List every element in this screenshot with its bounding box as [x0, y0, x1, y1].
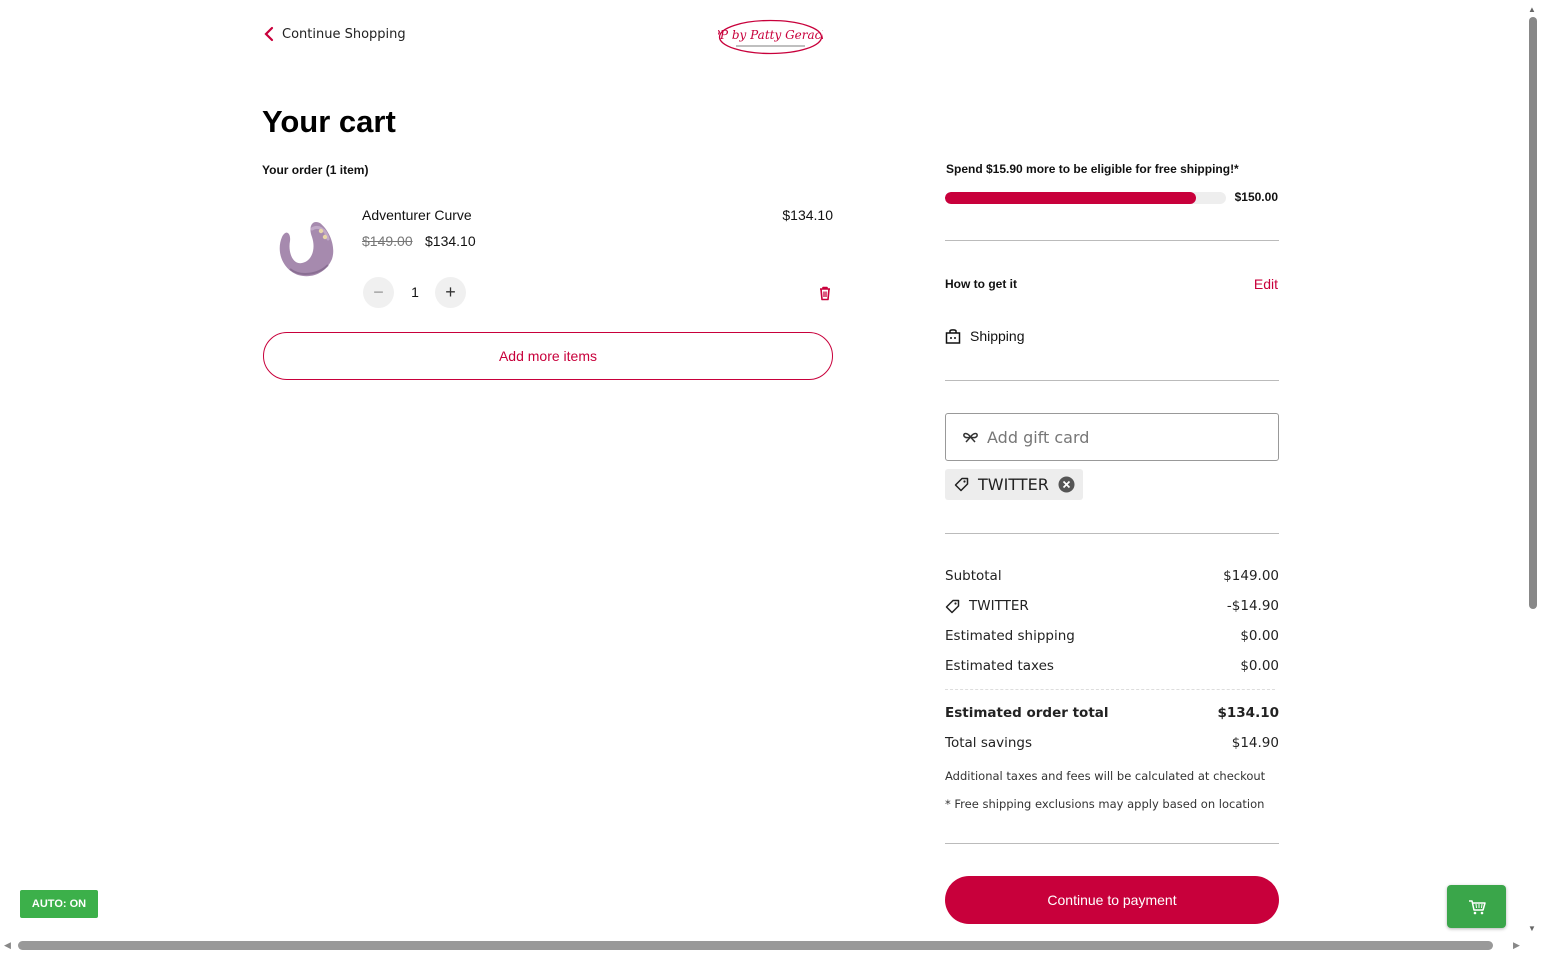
- edit-delivery-link[interactable]: Edit: [1240, 276, 1278, 292]
- order-total-row: Estimated order total $134.10: [945, 705, 1279, 721]
- shipping-exclusions-note: * Free shipping exclusions may apply bas…: [945, 797, 1265, 811]
- dashed-divider: [945, 689, 1275, 690]
- applied-coupon-chip: TWITTER: [945, 469, 1083, 500]
- cart-icon: [1468, 899, 1486, 914]
- divider: [945, 843, 1279, 844]
- shipping-option-label: Shipping: [970, 328, 1025, 344]
- scroll-up-arrow-icon[interactable]: ▲: [1528, 5, 1536, 14]
- vertical-scrollbar-thumb[interactable]: [1529, 17, 1537, 609]
- progress-fill: [945, 192, 1197, 204]
- minus-icon: −: [373, 282, 384, 302]
- free-shipping-message: Spend $15.90 more to be eligible for fre…: [946, 162, 1239, 176]
- shopping-bag-icon: [945, 329, 961, 344]
- coupon-code: TWITTER: [978, 475, 1049, 494]
- gift-ribbon-icon: [963, 432, 978, 443]
- plus-icon: +: [445, 282, 456, 302]
- order-count: Your order (1 item): [262, 163, 369, 177]
- order-total-label: Estimated order total: [945, 705, 1109, 721]
- line-total: $134.10: [782, 207, 833, 223]
- original-price: $149.00: [362, 233, 413, 249]
- tag-icon: [954, 477, 969, 492]
- scroll-right-arrow-icon[interactable]: ▶: [1513, 940, 1520, 951]
- continue-to-payment-button[interactable]: Continue to payment: [945, 876, 1279, 924]
- total-savings-value: $14.90: [1231, 735, 1279, 751]
- cart-floating-button[interactable]: [1447, 885, 1506, 928]
- subtotal-row: Subtotal $149.00: [945, 568, 1279, 584]
- close-circle-icon[interactable]: [1058, 476, 1075, 493]
- sale-price: $134.10: [425, 233, 476, 249]
- auto-mode-badge[interactable]: AUTO: ON: [20, 890, 98, 918]
- product-name[interactable]: Adventurer Curve: [362, 207, 472, 223]
- divider: [945, 240, 1279, 241]
- order-total-value: $134.10: [1217, 705, 1280, 721]
- estimated-taxes-row: Estimated taxes $0.00: [945, 658, 1279, 674]
- logo-text: PP by Patty Gerach: [718, 28, 823, 42]
- estimated-shipping-label: Estimated shipping: [945, 628, 1075, 644]
- subtotal-label: Subtotal: [945, 568, 1002, 584]
- horizontal-scrollbar-thumb[interactable]: [18, 941, 1493, 950]
- estimated-shipping-value: $0.00: [1240, 628, 1279, 644]
- quantity-value[interactable]: 1: [404, 284, 426, 300]
- continue-shopping-link[interactable]: Continue Shopping: [264, 26, 406, 42]
- product-image[interactable]: [268, 207, 342, 285]
- quantity-decrease-button[interactable]: −: [363, 277, 394, 308]
- continue-shopping-label: Continue Shopping: [282, 26, 406, 42]
- brand-logo[interactable]: PP by Patty Gerach: [718, 19, 823, 55]
- shipping-option[interactable]: Shipping: [945, 328, 1025, 344]
- discount-value: -$14.90: [1226, 598, 1279, 614]
- scroll-left-arrow-icon[interactable]: ◀: [4, 940, 11, 951]
- estimated-shipping-row: Estimated shipping $0.00: [945, 628, 1279, 644]
- free-shipping-progress-bar: [945, 192, 1226, 204]
- discount-row: TWITTER -$14.90: [945, 598, 1279, 614]
- add-more-items-button[interactable]: Add more items: [263, 332, 833, 380]
- total-savings-label: Total savings: [945, 735, 1033, 751]
- divider: [945, 380, 1279, 381]
- delivery-method-label: How to get it: [945, 277, 1017, 291]
- trash-icon[interactable]: [816, 284, 834, 302]
- tag-icon: [945, 599, 960, 613]
- estimated-taxes-label: Estimated taxes: [945, 658, 1054, 674]
- estimated-taxes-value: $0.00: [1240, 658, 1279, 674]
- page-title: Your cart: [262, 104, 396, 139]
- discount-label: TWITTER: [969, 598, 1029, 614]
- gift-card-field[interactable]: [945, 413, 1279, 461]
- quantity-increase-button[interactable]: +: [435, 277, 466, 308]
- divider: [945, 533, 1279, 534]
- free-shipping-threshold: $150.00: [1234, 190, 1278, 204]
- total-savings-row: Total savings $14.90: [945, 735, 1279, 751]
- subtotal-value: $149.00: [1223, 568, 1279, 584]
- taxes-note: Additional taxes and fees will be calcul…: [945, 769, 1266, 783]
- scroll-down-arrow-icon[interactable]: ▼: [1528, 924, 1536, 933]
- gift-card-input[interactable]: [987, 427, 1267, 447]
- chevron-left-icon: [264, 26, 274, 42]
